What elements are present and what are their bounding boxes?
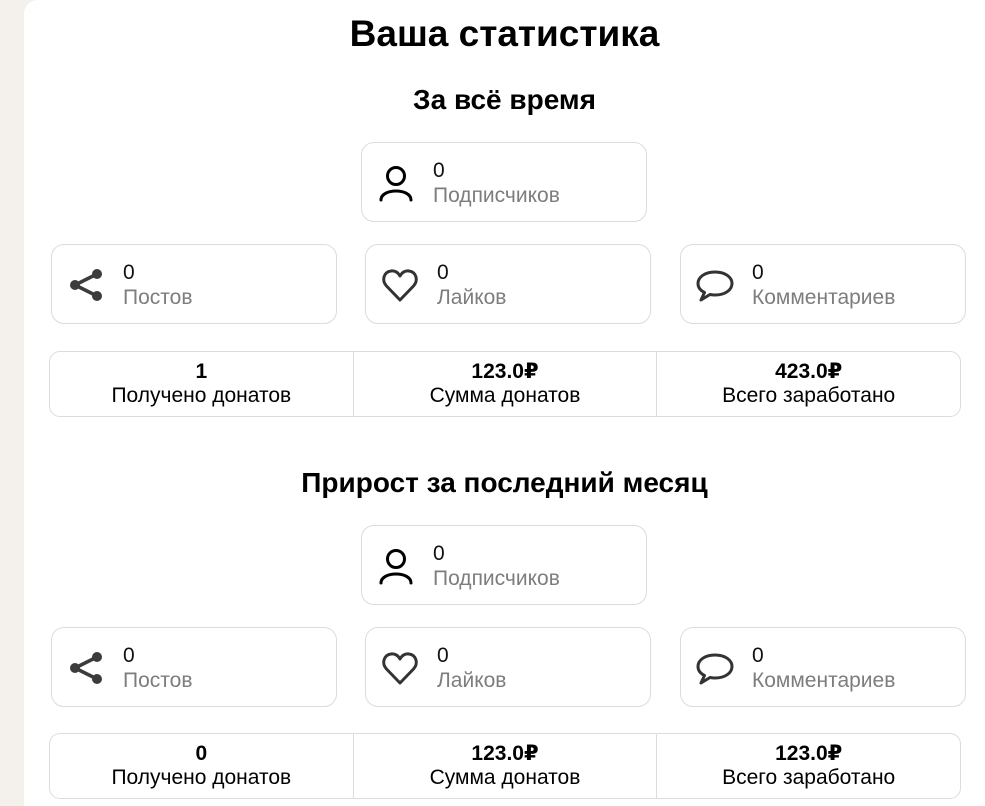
likes-label: Лайков [437,286,507,309]
posts-value: 0 [123,644,135,667]
heart-icon [382,652,418,685]
likes-value: 0 [437,644,449,667]
donations-sum: 123.0₽ Сумма донатов [352,352,657,416]
user-icon [379,166,413,202]
total-earned-value: 123.0₽ [775,742,843,765]
comments-card-last-month: 0 Комментариев [680,627,966,707]
donations-received-label: Получено донатов [111,766,292,789]
donations-bar-all-time: 1 Получено донатов 123.0₽ Сумма донатов … [49,351,961,417]
comments-card-all-time: 0 Комментариев [680,244,966,324]
donations-received-value: 1 [195,360,208,383]
subscribers-value: 0 [433,542,445,565]
total-earned-label: Всего заработано [722,766,896,789]
user-icon [379,549,413,585]
comments-value: 0 [752,644,764,667]
posts-value: 0 [123,261,135,284]
comments-value: 0 [752,261,764,284]
comments-label: Комментариев [752,669,896,692]
posts-card-all-time: 0 Постов [51,244,337,324]
donations-sum: 123.0₽ Сумма донатов [352,734,657,798]
donations-bar-last-month: 0 Получено донатов 123.0₽ Сумма донатов … [49,733,961,799]
total-earned-label: Всего заработано [722,384,896,407]
likes-card-last-month: 0 Лайков [365,627,651,707]
section-title-last-month: Прирост за последний месяц [301,467,708,498]
share-icon [70,269,102,301]
total-earned: 123.0₽ Всего заработано [656,734,960,798]
likes-card-all-time: 0 Лайков [365,244,651,324]
donations-sum-label: Сумма донатов [429,384,581,407]
donations-received-value: 0 [195,742,208,765]
comment-icon [696,270,734,302]
posts-label: Постов [123,669,193,692]
subscribers-value: 0 [433,159,445,182]
donations-received: 1 Получено донатов [50,352,353,416]
share-icon [70,652,102,684]
donations-sum-label: Сумма донатов [429,766,581,789]
donations-received-label: Получено донатов [111,384,292,407]
likes-label: Лайков [437,669,507,692]
donations-sum-value: 123.0₽ [471,742,539,765]
comments-label: Комментариев [752,286,896,309]
page-title: Ваша статистика [349,13,660,54]
comment-icon [696,653,734,685]
subscribers-label: Подписчиков [433,567,560,590]
posts-label: Постов [123,286,193,309]
donations-received: 0 Получено донатов [50,734,353,798]
statistics-panel: Ваша статистика За всё время 0 Подписчик… [24,0,985,806]
section-title-all-time: За всё время [413,84,596,115]
heart-icon [382,269,418,302]
likes-value: 0 [437,261,449,284]
total-earned: 423.0₽ Всего заработано [656,352,960,416]
donations-sum-value: 123.0₽ [471,360,539,383]
posts-card-last-month: 0 Постов [51,627,337,707]
subscribers-card-all-time: 0 Подписчиков [361,142,647,222]
subscribers-card-last-month: 0 Подписчиков [361,525,647,605]
total-earned-value: 423.0₽ [775,360,843,383]
subscribers-label: Подписчиков [433,184,560,207]
